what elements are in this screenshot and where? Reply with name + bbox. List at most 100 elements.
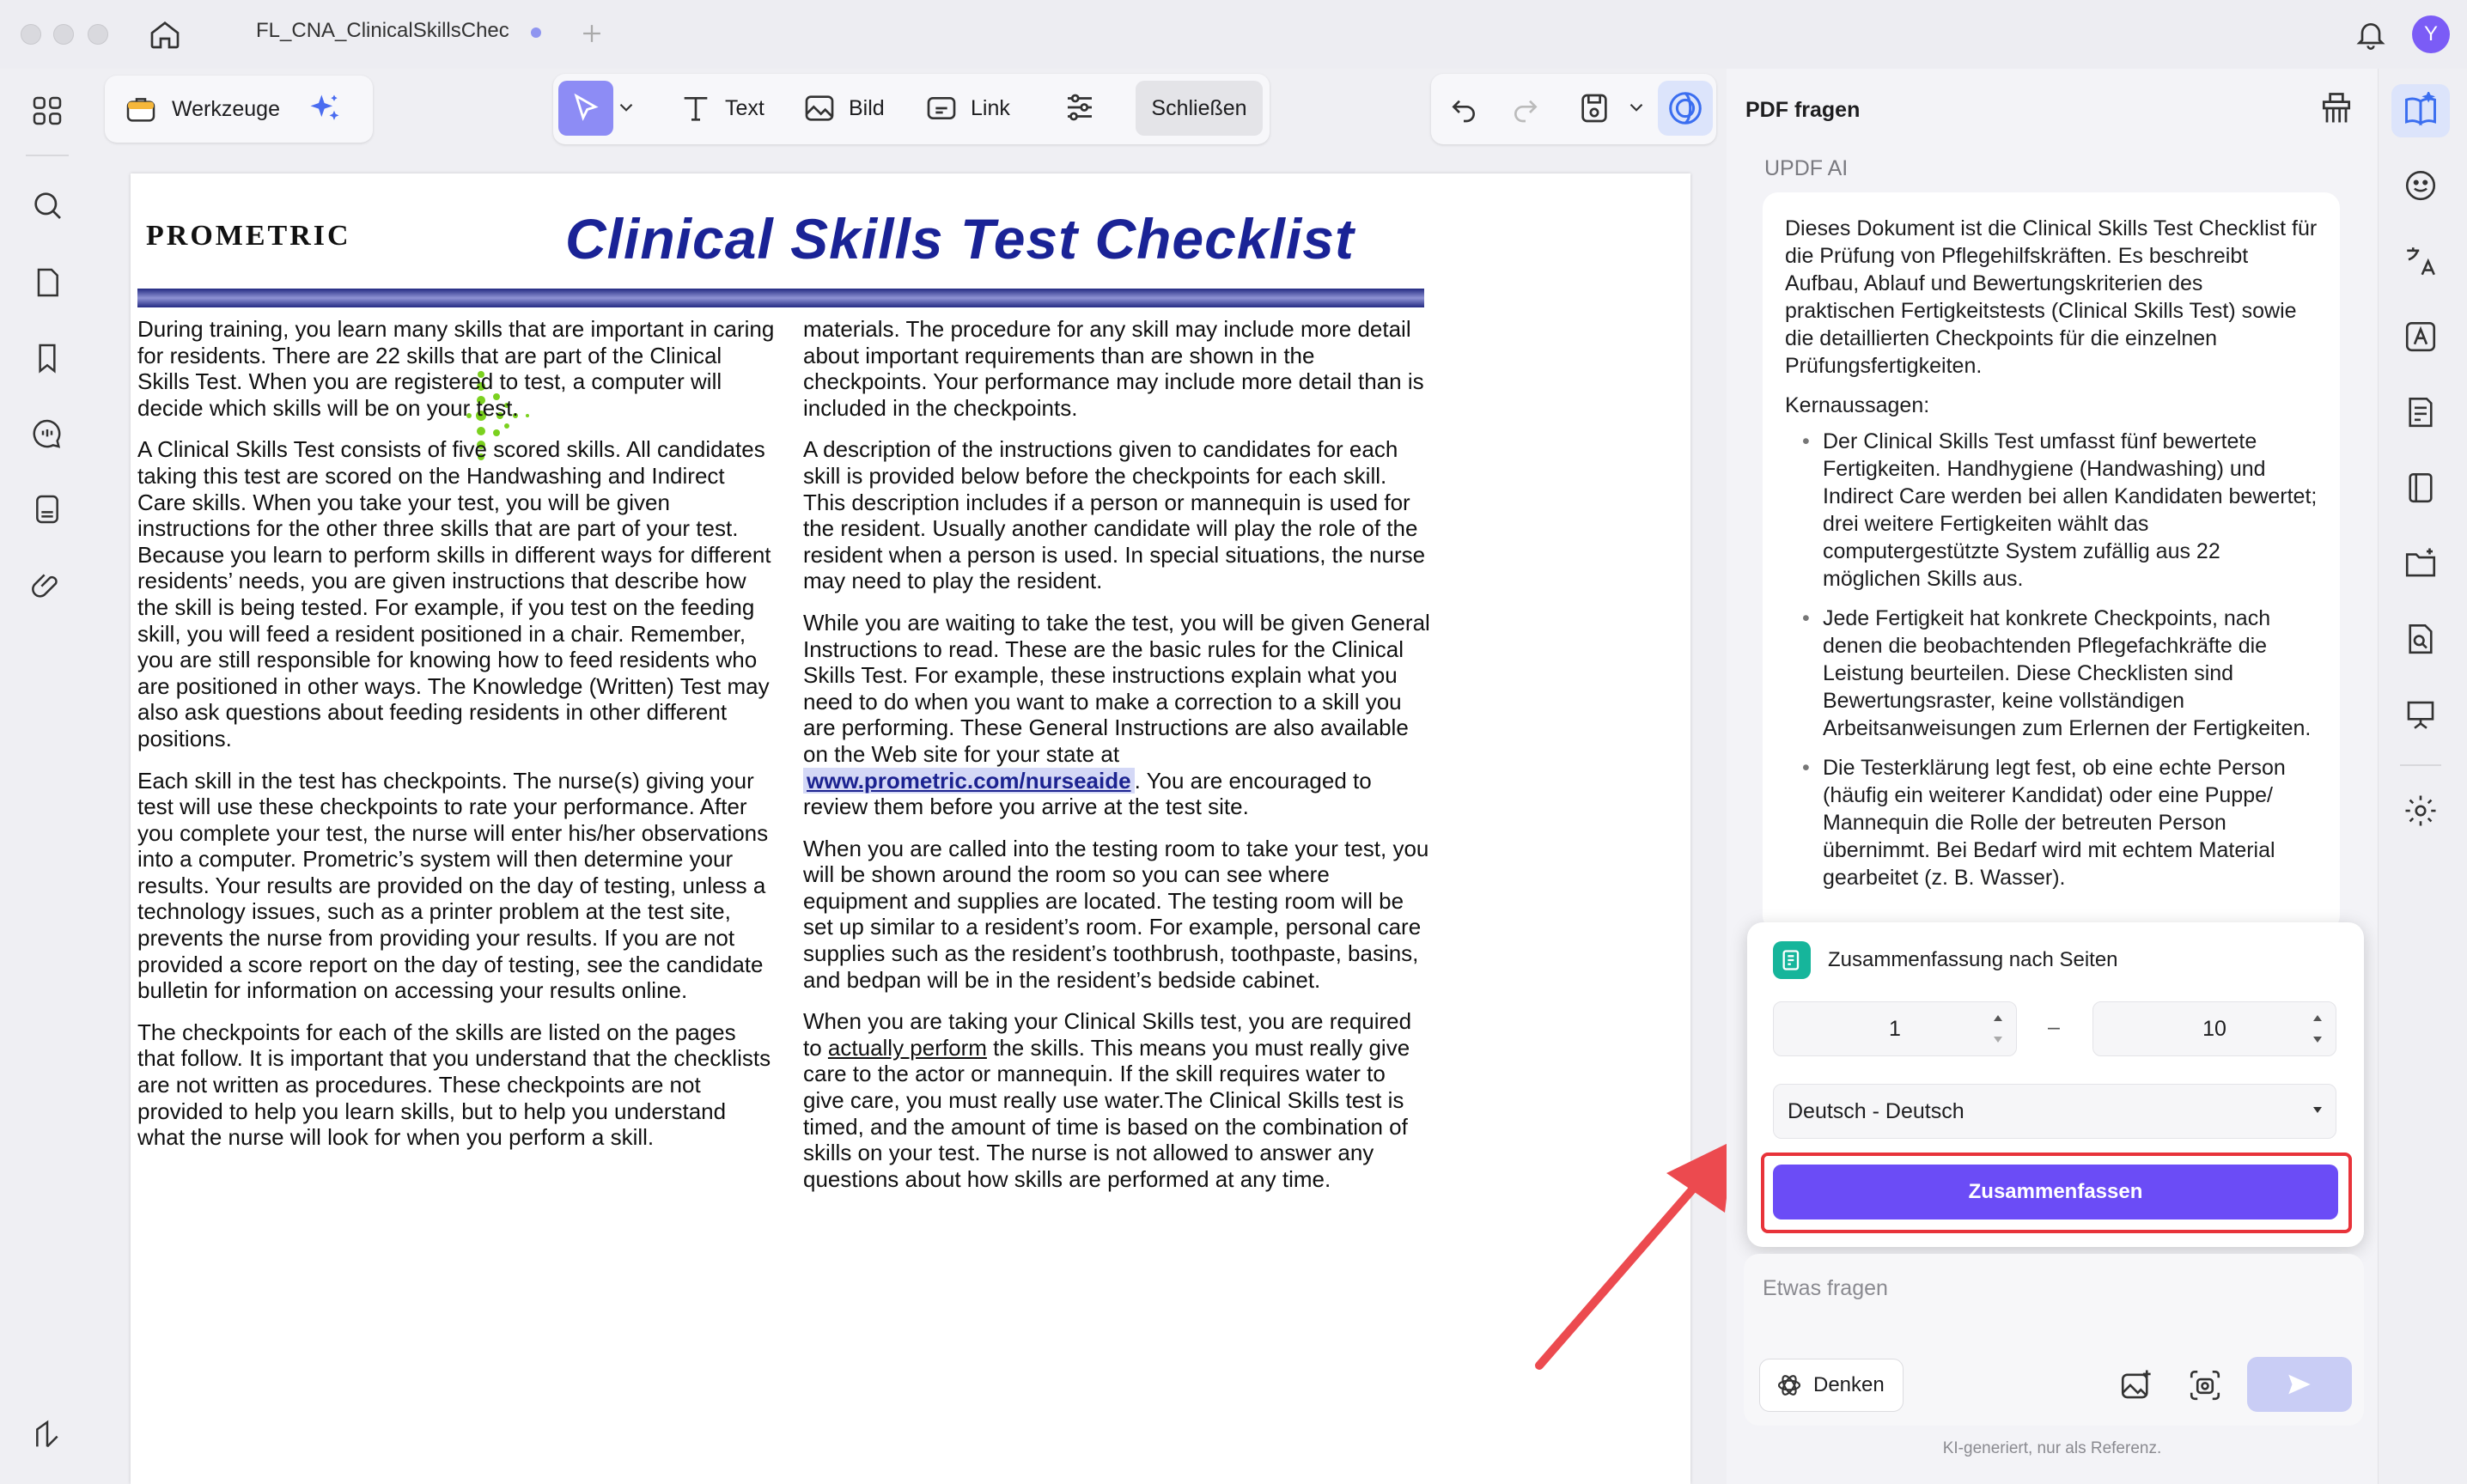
summarize-button[interactable]: Zusammenfassen [1773, 1165, 2338, 1219]
ai-sparkle-icon[interactable] [306, 90, 344, 128]
ask-input[interactable]: Etwas fragen [1763, 1276, 2330, 1311]
from-page-stepper[interactable]: 1 [1773, 1001, 2017, 1056]
rail-divider [2400, 764, 2441, 766]
from-page-arrows-icon[interactable] [1991, 1012, 2005, 1046]
bell-icon[interactable] [2354, 17, 2388, 52]
underlined-text: actually perform [827, 1034, 987, 1061]
cursor-icon [574, 93, 599, 121]
paragraph: When you are taking your Clinical Skills… [803, 1008, 1430, 1192]
paragraph: materials. The procedure for any skill m… [803, 316, 1424, 421]
nurseaide-link[interactable]: www.prometric.com/nurseaide [803, 767, 1135, 794]
link-tool-label: Link [971, 95, 1010, 120]
user-avatar[interactable]: Y [2412, 15, 2450, 53]
ai-assistant-button[interactable] [1658, 81, 1713, 136]
link-tool-button[interactable]: Link [924, 91, 1010, 125]
present-icon[interactable] [2397, 690, 2445, 739]
atom-icon [1777, 1375, 1801, 1396]
list-item: Der Clinical Skills Test umfasst fünf be… [1785, 428, 2318, 593]
attachment-icon[interactable] [27, 565, 67, 605]
footer-note: KI-generiert, nur als Referenz. [1942, 1439, 2162, 1457]
paragraph-text: While you are waiting to take the test, … [803, 609, 1430, 767]
undo-icon[interactable] [1447, 91, 1481, 125]
theme-icon[interactable] [27, 1415, 67, 1455]
bookmark-icon[interactable] [27, 338, 67, 378]
send-button[interactable] [2247, 1357, 2352, 1412]
search-document-icon[interactable] [2397, 615, 2445, 663]
redo-icon[interactable] [1508, 91, 1543, 125]
image-icon [805, 95, 834, 121]
from-page-value: 1 [1889, 1016, 1901, 1041]
language-select[interactable]: Deutsch - Deutsch [1773, 1084, 2336, 1139]
add-image-icon[interactable] [2118, 1367, 2154, 1403]
ai-chat-pdf-button[interactable] [2391, 84, 2450, 137]
paragraph: A Clinical Skills Test consists of five … [137, 436, 771, 751]
page-icon[interactable] [27, 263, 67, 302]
summary-icon [1773, 941, 1811, 979]
sidebar-divider [26, 155, 69, 156]
paragraph: The checkpoints for each of the skills a… [137, 1019, 771, 1151]
paragraph: While you are waiting to take the test, … [803, 610, 1430, 820]
select-tool-button[interactable] [558, 81, 613, 136]
new-tab-icon[interactable] [577, 19, 606, 48]
close-edit-button[interactable]: Schließen [1136, 81, 1263, 136]
clear-chat-icon[interactable] [2318, 89, 2355, 127]
image-tool-button[interactable]: Bild [802, 91, 885, 125]
page-range-separator: – [2048, 1015, 2060, 1039]
popup-title: Zusammenfassung nach Seiten [1828, 948, 2118, 971]
prometric-logo-text: PROMETRIC [146, 220, 351, 252]
toolbox-icon [124, 92, 158, 126]
panel-title: PDF fragen [1745, 98, 1861, 122]
title-bar: FL_CNA_ClinicalSkillsChec Y [0, 0, 2467, 69]
window-minimize-button[interactable] [53, 24, 74, 45]
screenshot-icon[interactable] [2187, 1367, 2223, 1403]
send-icon [2288, 1374, 2311, 1395]
document-left-column: During training, you learn many skills t… [137, 316, 775, 1166]
settings-gear-icon[interactable] [2397, 787, 2445, 835]
think-button[interactable]: Denken [1759, 1359, 1904, 1412]
stamp-icon[interactable] [27, 490, 67, 529]
search-icon[interactable] [27, 186, 67, 225]
book-sparkle-icon [2405, 92, 2436, 126]
tools-button[interactable]: Werkzeuge [105, 76, 373, 143]
paragraph: Each skill in the test has checkpoints. … [137, 767, 769, 1004]
document-title: Clinical Skills Test Checklist [565, 207, 1355, 271]
summary-intro: Dieses Dokument ist die Clinical Skills … [1785, 216, 2318, 378]
form-icon[interactable] [2397, 388, 2445, 436]
link-icon [927, 97, 956, 119]
window-close-button[interactable] [21, 24, 41, 45]
to-page-stepper[interactable]: 10 [2092, 1001, 2336, 1056]
tools-label: Werkzeuge [172, 96, 280, 121]
text-icon [684, 97, 708, 121]
save-icon[interactable] [1577, 91, 1611, 125]
to-page-value: 10 [2202, 1016, 2226, 1041]
select-dropdown-chevron-icon[interactable] [615, 96, 637, 119]
ai-label: UPDF AI [1764, 156, 1849, 180]
to-page-arrows-icon[interactable] [2311, 1012, 2324, 1046]
unsaved-dot [531, 27, 541, 38]
window-zoom-button[interactable] [88, 24, 108, 45]
list-item: Jede Fertigkeit hat konkrete Checkpoints… [1785, 605, 2318, 742]
think-label: Denken [1813, 1373, 1885, 1396]
home-icon[interactable] [148, 17, 182, 52]
text-tool-label: Text [725, 95, 764, 120]
language-dropdown-icon[interactable] [2311, 1103, 2324, 1116]
folder-icon[interactable] [2397, 539, 2445, 587]
reader-icon[interactable] [2397, 464, 2445, 512]
save-dropdown-chevron-icon[interactable] [1625, 96, 1648, 119]
ocr-icon[interactable] [2397, 313, 2445, 361]
ai-summary-message: Dieses Dokument ist die Clinical Skills … [1763, 192, 2340, 931]
translate-icon[interactable] [2397, 237, 2445, 285]
annotation-arrow [1520, 1125, 1761, 1383]
text-tool-button[interactable]: Text [679, 91, 764, 125]
document-tab[interactable]: FL_CNA_ClinicalSkillsChec [256, 19, 521, 52]
thumbnails-icon[interactable] [27, 91, 67, 131]
language-value: Deutsch - Deutsch [1788, 1098, 1964, 1123]
ai-chat-icon[interactable] [2397, 161, 2445, 210]
paragraph: A description of the instructions given … [803, 436, 1426, 594]
paragraph: During training, you learn many skills t… [137, 316, 775, 421]
sliders-icon[interactable] [1062, 89, 1098, 125]
list-item: Die Testerklärung legt fest, ob eine ech… [1785, 754, 2318, 891]
paragraph: When you are called into the testing roo… [803, 835, 1429, 993]
comment-icon[interactable] [27, 414, 67, 453]
ai-orb-icon [1669, 92, 1702, 125]
